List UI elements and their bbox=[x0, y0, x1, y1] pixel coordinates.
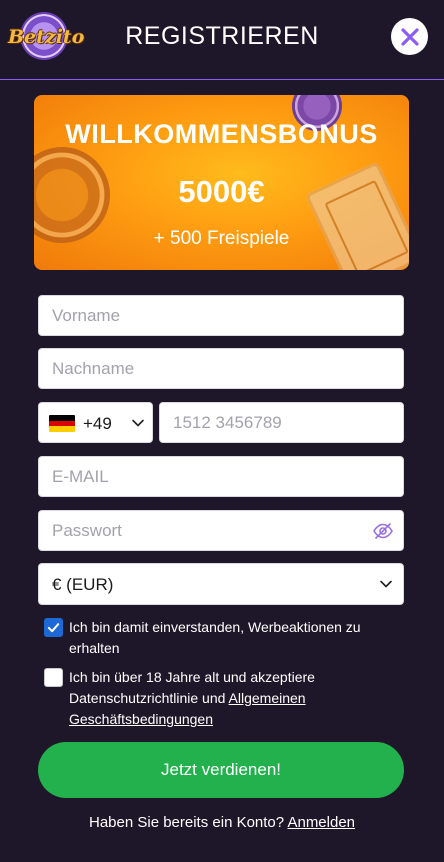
eye-off-icon[interactable] bbox=[372, 521, 394, 541]
country-code-select[interactable]: +49 bbox=[38, 402, 153, 443]
promo-consent-checkbox[interactable] bbox=[44, 618, 63, 637]
chevron-down-icon bbox=[132, 419, 144, 427]
currency-select[interactable]: € (EUR) bbox=[38, 563, 404, 605]
country-code-value: +49 bbox=[83, 414, 112, 433]
age-terms-label: Ich bin über 18 Jahre alt und akzeptiere… bbox=[69, 667, 399, 730]
login-prompt: Haben Sie bereits ein Konto? Anmelden bbox=[0, 814, 444, 831]
bonus-title: WILLKOMMENSBONUS bbox=[65, 119, 378, 149]
first-name-input[interactable] bbox=[39, 296, 403, 335]
password-input[interactable] bbox=[39, 511, 403, 550]
chevron-down-icon bbox=[380, 580, 392, 588]
email-input[interactable] bbox=[39, 457, 403, 496]
flag-germany-icon bbox=[49, 415, 75, 432]
currency-value: € (EUR) bbox=[52, 575, 114, 594]
page-title: REGISTRIEREN bbox=[125, 22, 319, 50]
welcome-bonus-banner: WILLKOMMENSBONUS 5000€ + 500 Freispiele bbox=[34, 95, 409, 270]
last-name-field bbox=[38, 348, 404, 389]
login-prompt-text: Haben Sie bereits ein Konto? bbox=[88, 814, 288, 831]
bonus-free-spins: + 500 Freispiele bbox=[153, 228, 290, 249]
email-field bbox=[38, 456, 404, 497]
close-icon bbox=[400, 27, 419, 46]
checkmark-icon bbox=[47, 623, 60, 633]
password-field bbox=[38, 510, 404, 551]
bonus-amount: 5000€ bbox=[178, 174, 265, 209]
submit-button[interactable]: Jetzt verdienen! bbox=[38, 742, 404, 798]
promo-consent-label: Ich bin damit einverstanden, Werbeaktion… bbox=[69, 619, 361, 656]
age-terms-checkbox[interactable] bbox=[44, 668, 63, 687]
first-name-field bbox=[38, 295, 404, 336]
header: Betzito REGISTRIEREN bbox=[0, 0, 444, 80]
close-button[interactable] bbox=[391, 18, 428, 55]
phone-input[interactable] bbox=[160, 403, 403, 442]
phone-field bbox=[159, 402, 404, 443]
login-link[interactable]: Anmelden bbox=[287, 814, 355, 831]
last-name-input[interactable] bbox=[39, 349, 403, 388]
